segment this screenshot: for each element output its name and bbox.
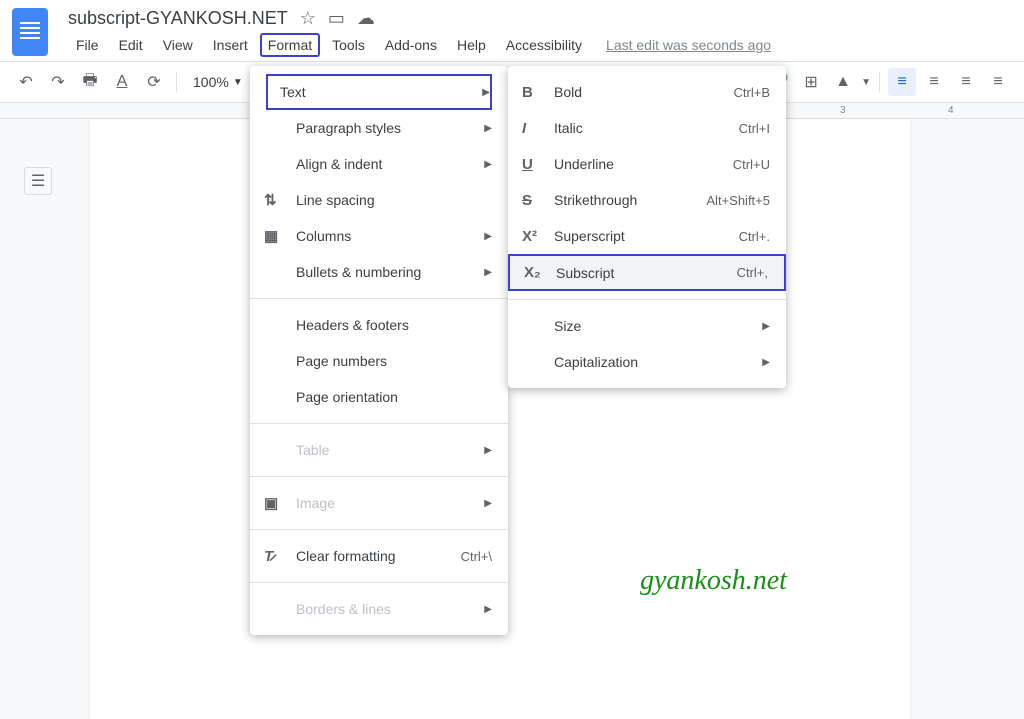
last-edit-link[interactable]: Last edit was seconds ago xyxy=(606,37,771,53)
undo-button[interactable]: ↶ xyxy=(12,68,40,96)
chevron-right-icon: ▶ xyxy=(484,445,492,456)
text-subscript-item[interactable]: X₂ Subscript Ctrl+, xyxy=(508,254,786,291)
text-capitalization-item[interactable]: Capitalization ▶ xyxy=(508,344,786,380)
strikethrough-icon: S xyxy=(522,192,546,209)
clear-format-icon: T̷ xyxy=(264,548,288,565)
format-columns-item[interactable]: ▦ Columns ▶ xyxy=(250,218,508,254)
format-text-item[interactable]: Text ▶ xyxy=(266,74,492,110)
chevron-right-icon: ▶ xyxy=(484,604,492,615)
text-underline-item[interactable]: U Underline Ctrl+U xyxy=(508,146,786,182)
text-submenu: B Bold Ctrl+B I Italic Ctrl+I U Underlin… xyxy=(508,66,786,388)
line-spacing-icon: ⇅ xyxy=(264,191,288,209)
insert-comment-button[interactable]: ⊞ xyxy=(797,68,825,96)
menu-addons[interactable]: Add-ons xyxy=(377,33,445,57)
chevron-right-icon: ▶ xyxy=(484,231,492,242)
format-clear-item[interactable]: T̷ Clear formatting Ctrl+\ xyxy=(250,538,508,574)
text-superscript-item[interactable]: X² Superscript Ctrl+. xyxy=(508,218,786,254)
menu-accessibility[interactable]: Accessibility xyxy=(498,33,590,57)
menu-file[interactable]: File xyxy=(68,33,107,57)
columns-icon: ▦ xyxy=(264,227,288,245)
format-pagenumbers-item[interactable]: Page numbers xyxy=(250,343,508,379)
chevron-right-icon: ▶ xyxy=(484,123,492,134)
menu-view[interactable]: View xyxy=(155,33,201,57)
outline-toggle-icon[interactable]: ☰ xyxy=(24,167,52,195)
menu-format[interactable]: Format xyxy=(260,33,320,57)
paint-format-button[interactable]: ⟳ xyxy=(140,68,168,96)
format-borders-item: Borders & lines ▶ xyxy=(250,591,508,627)
chevron-right-icon: ▶ xyxy=(484,267,492,278)
align-center-button[interactable]: ≡ xyxy=(920,68,948,96)
format-bullets-item[interactable]: Bullets & numbering ▶ xyxy=(250,254,508,290)
underline-icon: U xyxy=(522,156,546,173)
spellcheck-button[interactable]: A xyxy=(108,68,136,96)
chevron-right-icon: ▶ xyxy=(484,498,492,509)
format-image-item: ▣ Image ▶ xyxy=(250,485,508,521)
italic-icon: I xyxy=(522,120,546,137)
move-icon[interactable]: ▭ xyxy=(328,8,345,29)
bold-icon: B xyxy=(522,84,546,101)
star-icon[interactable]: ☆ xyxy=(300,8,316,29)
menu-help[interactable]: Help xyxy=(449,33,494,57)
chevron-right-icon: ▶ xyxy=(482,87,490,98)
chevron-right-icon: ▶ xyxy=(762,357,770,368)
cloud-icon[interactable]: ☁ xyxy=(357,8,375,29)
insert-image-button[interactable]: ▲ xyxy=(829,68,857,96)
menu-edit[interactable]: Edit xyxy=(111,33,151,57)
format-table-item: Table ▶ xyxy=(250,432,508,468)
subscript-icon: X₂ xyxy=(524,264,548,281)
zoom-selector[interactable]: 100% ▼ xyxy=(185,74,251,90)
text-size-item[interactable]: Size ▶ xyxy=(508,308,786,344)
text-strikethrough-item[interactable]: S Strikethrough Alt+Shift+5 xyxy=(508,182,786,218)
format-orientation-item[interactable]: Page orientation xyxy=(250,379,508,415)
format-dropdown: Text ▶ Paragraph styles ▶ Align & indent… xyxy=(250,66,508,635)
docs-logo-icon[interactable] xyxy=(12,8,48,56)
text-bold-item[interactable]: B Bold Ctrl+B xyxy=(508,74,786,110)
align-right-button[interactable]: ≡ xyxy=(952,68,980,96)
document-title[interactable]: subscript-GYANKOSH.NET xyxy=(68,8,288,29)
align-justify-button[interactable]: ≡ xyxy=(984,68,1012,96)
format-headers-item[interactable]: Headers & footers xyxy=(250,307,508,343)
image-icon: ▣ xyxy=(264,494,288,512)
watermark-text: gyankosh.net xyxy=(640,565,787,597)
superscript-icon: X² xyxy=(522,228,546,245)
format-linespacing-item[interactable]: ⇅ Line spacing xyxy=(250,182,508,218)
align-left-button[interactable]: ≡ xyxy=(888,68,916,96)
print-button[interactable]: 🖶 xyxy=(76,68,104,96)
chevron-right-icon: ▶ xyxy=(762,321,770,332)
redo-button[interactable]: ↷ xyxy=(44,68,72,96)
format-paragraph-item[interactable]: Paragraph styles ▶ xyxy=(250,110,508,146)
format-align-item[interactable]: Align & indent ▶ xyxy=(250,146,508,182)
menu-tools[interactable]: Tools xyxy=(324,33,373,57)
menu-insert[interactable]: Insert xyxy=(205,33,256,57)
chevron-right-icon: ▶ xyxy=(484,159,492,170)
text-italic-item[interactable]: I Italic Ctrl+I xyxy=(508,110,786,146)
